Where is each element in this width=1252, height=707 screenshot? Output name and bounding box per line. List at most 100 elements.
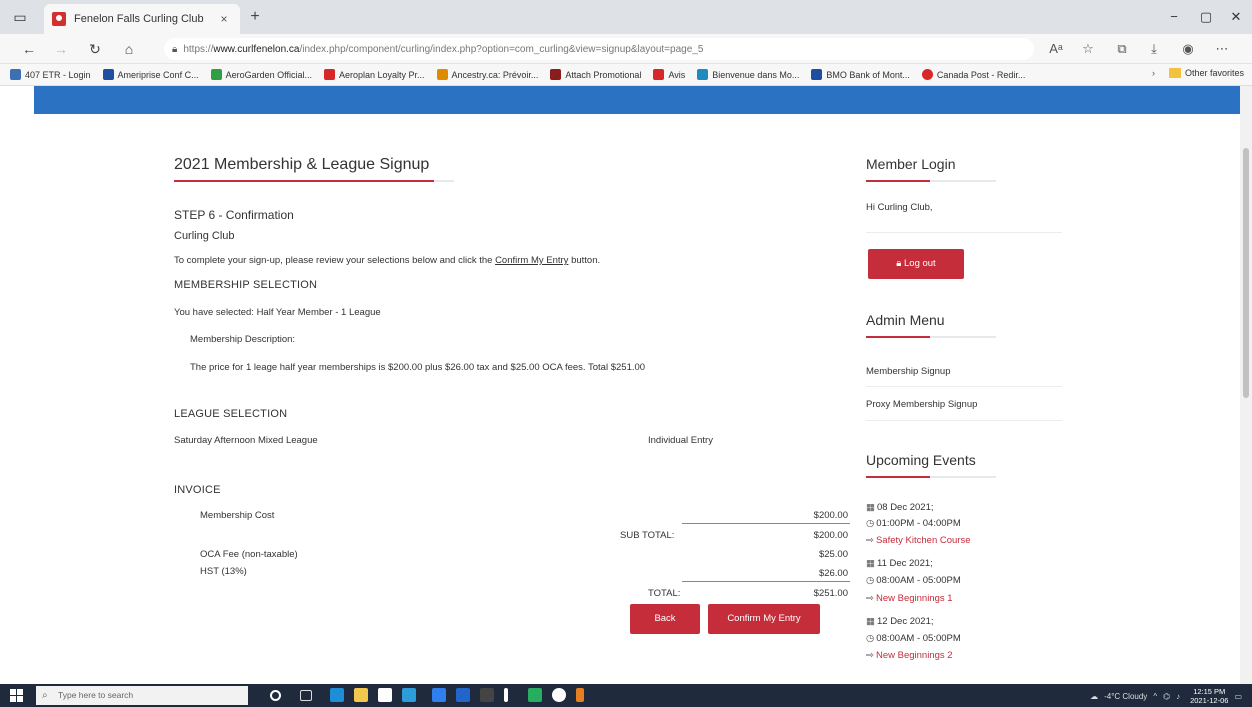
intro-text: To complete your sign-up, please review … <box>174 255 600 266</box>
favorite-label: Bienvenue dans Mo... <box>712 69 800 80</box>
membership-cost-label: Membership Cost <box>200 510 275 521</box>
profile-icon[interactable]: ◉ <box>1178 40 1198 58</box>
favorites-bar: 407 ETR - Login Ameriprise Conf C... Aer… <box>0 64 1252 86</box>
subtotal-value: $200.00 <box>813 530 848 541</box>
member-login-heading: Member Login <box>866 156 956 172</box>
home-icon[interactable]: ⌂ <box>118 39 140 59</box>
task-view-icon[interactable] <box>300 690 312 701</box>
event-title[interactable]: New Beginnings 1 <box>876 593 953 604</box>
favorite-item[interactable]: Ameriprise Conf C... <box>102 69 199 80</box>
new-tab-icon[interactable]: + <box>246 8 264 26</box>
outlook-icon[interactable] <box>456 688 470 702</box>
tray-chevron-icon[interactable]: ^ <box>1153 692 1157 701</box>
event-time: ◷ 01:00PM - 04:00PM <box>866 518 961 529</box>
read-aloud-icon[interactable]: Aᵃ <box>1046 40 1066 58</box>
close-window-icon[interactable]: ✕ <box>1222 6 1250 28</box>
restore-icon[interactable]: ▢ <box>1192 6 1220 28</box>
forward-arrow-icon[interactable]: → <box>50 39 72 59</box>
clock-date: 2021-12-06 <box>1190 696 1229 705</box>
favorite-item[interactable]: Ancestry.ca: Prévoir... <box>436 69 538 80</box>
favorite-icon <box>921 69 933 80</box>
membership-description-label: Membership Description: <box>190 334 296 345</box>
event-link[interactable]: ⇨ Safety Kitchen Course <box>866 535 971 546</box>
event-date-text: 08 Dec 2021; <box>876 502 934 513</box>
clock-icon: ◷ <box>866 633 875 644</box>
excel-icon[interactable] <box>528 688 542 702</box>
store-icon[interactable] <box>378 688 392 702</box>
downloads-icon[interactable]: ⤓ <box>1144 40 1164 58</box>
step-heading: STEP 6 - Confirmation <box>174 208 294 222</box>
clock-icon: ◷ <box>866 518 875 529</box>
admin-menu-proxy-signup[interactable]: Proxy Membership Signup <box>866 399 977 410</box>
favorite-icon <box>550 69 562 80</box>
windows-start-icon[interactable] <box>10 689 23 702</box>
favorite-item[interactable]: Aeroplan Loyalty Pr... <box>323 69 425 80</box>
membership-selection-heading: MEMBERSHIP SELECTION <box>174 279 318 291</box>
favorite-star-icon[interactable]: ☆ <box>1078 40 1098 58</box>
taskbar-search-input[interactable]: ⌕ Type here to search <box>36 686 248 705</box>
favorite-label: AeroGarden Official... <box>225 69 312 80</box>
more-menu-icon[interactable]: ⋯ <box>1212 40 1232 58</box>
event-link[interactable]: ⇨ New Beginnings 2 <box>866 650 953 661</box>
app-icon[interactable] <box>504 688 508 702</box>
subtotal-label: SUB TOTAL: <box>620 530 675 541</box>
back-button[interactable]: Back <box>630 604 700 634</box>
link-icon: ⇨ <box>866 650 874 661</box>
favorite-label: Attach Promotional <box>565 69 642 80</box>
browser-tab[interactable]: Fenelon Falls Curling Club × <box>44 4 240 34</box>
back-arrow-icon[interactable]: ← <box>18 39 40 59</box>
signup-main-content: 2021 Membership & League Signup STEP 6 -… <box>174 114 854 684</box>
refresh-icon[interactable]: ↻ <box>84 39 106 59</box>
event-time-text: 08:00AM - 05:00PM <box>876 633 961 644</box>
event-date: ▦ 11 Dec 2021; <box>866 558 933 569</box>
confirm-entry-link[interactable]: Confirm My Entry <box>495 255 568 266</box>
notifications-icon[interactable]: ▭ <box>1234 692 1242 701</box>
favorite-item[interactable]: 407 ETR - Login <box>10 69 91 80</box>
favorite-item[interactable]: Attach Promotional <box>550 69 641 80</box>
favorite-item[interactable]: Bienvenue dans Mo... <box>697 69 799 80</box>
event-link[interactable]: ⇨ New Beginnings 1 <box>866 593 953 604</box>
tab-title: Fenelon Falls Curling Club <box>74 13 204 25</box>
weather-text[interactable]: -4°C Cloudy <box>1104 692 1147 701</box>
invoice-divider <box>682 523 850 524</box>
favorite-item[interactable]: BMO Bank of Mont... <box>811 69 910 80</box>
oca-fee-value: $25.00 <box>818 549 848 560</box>
link-icon: ⇨ <box>866 593 874 604</box>
tab-actions-icon[interactable]: ▭ <box>10 7 30 27</box>
file-explorer-icon[interactable] <box>354 688 368 702</box>
confirm-entry-button[interactable]: Confirm My Entry <box>708 604 820 634</box>
favorite-item[interactable]: AeroGarden Official... <box>210 69 312 80</box>
cortana-icon[interactable] <box>270 690 281 701</box>
network-icon[interactable]: ⌬ <box>1163 692 1170 701</box>
url-field[interactable]: 🔒︎ https://www.curlfenelon.ca/index.php/… <box>164 38 1034 60</box>
page-scrollbar[interactable] <box>1240 86 1252 684</box>
weather-icon[interactable]: ☁ <box>1090 692 1098 701</box>
taskbar-clock[interactable]: 12:15 PM 2021-12-06 <box>1190 687 1228 705</box>
scrollbar-thumb[interactable] <box>1243 148 1249 398</box>
favorite-item[interactable]: Canada Post - Redir... <box>921 69 1025 80</box>
logout-button[interactable]: 🔒︎ Log out <box>868 249 964 279</box>
favorite-item[interactable]: Avis <box>653 69 685 80</box>
volume-icon[interactable]: ♪ <box>1176 692 1180 701</box>
office-icon[interactable] <box>576 688 584 702</box>
event-title[interactable]: New Beginnings 2 <box>876 650 953 661</box>
tab-close-icon[interactable]: × <box>216 12 232 26</box>
event-title[interactable]: Safety Kitchen Course <box>876 535 971 546</box>
league-name: Saturday Afternoon Mixed League <box>174 435 318 446</box>
calendar-icon: ▦ <box>866 558 875 569</box>
zoom-icon[interactable] <box>432 688 446 702</box>
lock-icon: 🔒︎ <box>172 43 178 55</box>
collections-icon[interactable]: ⧉ <box>1112 40 1132 58</box>
minimize-icon[interactable]: − <box>1160 6 1188 28</box>
league-selection-heading: LEAGUE SELECTION <box>174 408 288 420</box>
other-favorites[interactable]: › Other favorites <box>1152 68 1244 78</box>
favorite-icon <box>811 69 823 80</box>
edge-icon[interactable] <box>330 688 344 702</box>
terminal-icon[interactable] <box>480 688 494 702</box>
mail-icon[interactable] <box>402 688 416 702</box>
chevron-right-icon[interactable]: › <box>1152 68 1155 78</box>
favorite-icon <box>697 69 709 80</box>
chrome-icon[interactable] <box>552 688 566 702</box>
admin-menu-membership-signup[interactable]: Membership Signup <box>866 366 951 377</box>
sidebar: Member Login Hi Curling Club, 🔒︎ Log out… <box>866 114 1066 684</box>
